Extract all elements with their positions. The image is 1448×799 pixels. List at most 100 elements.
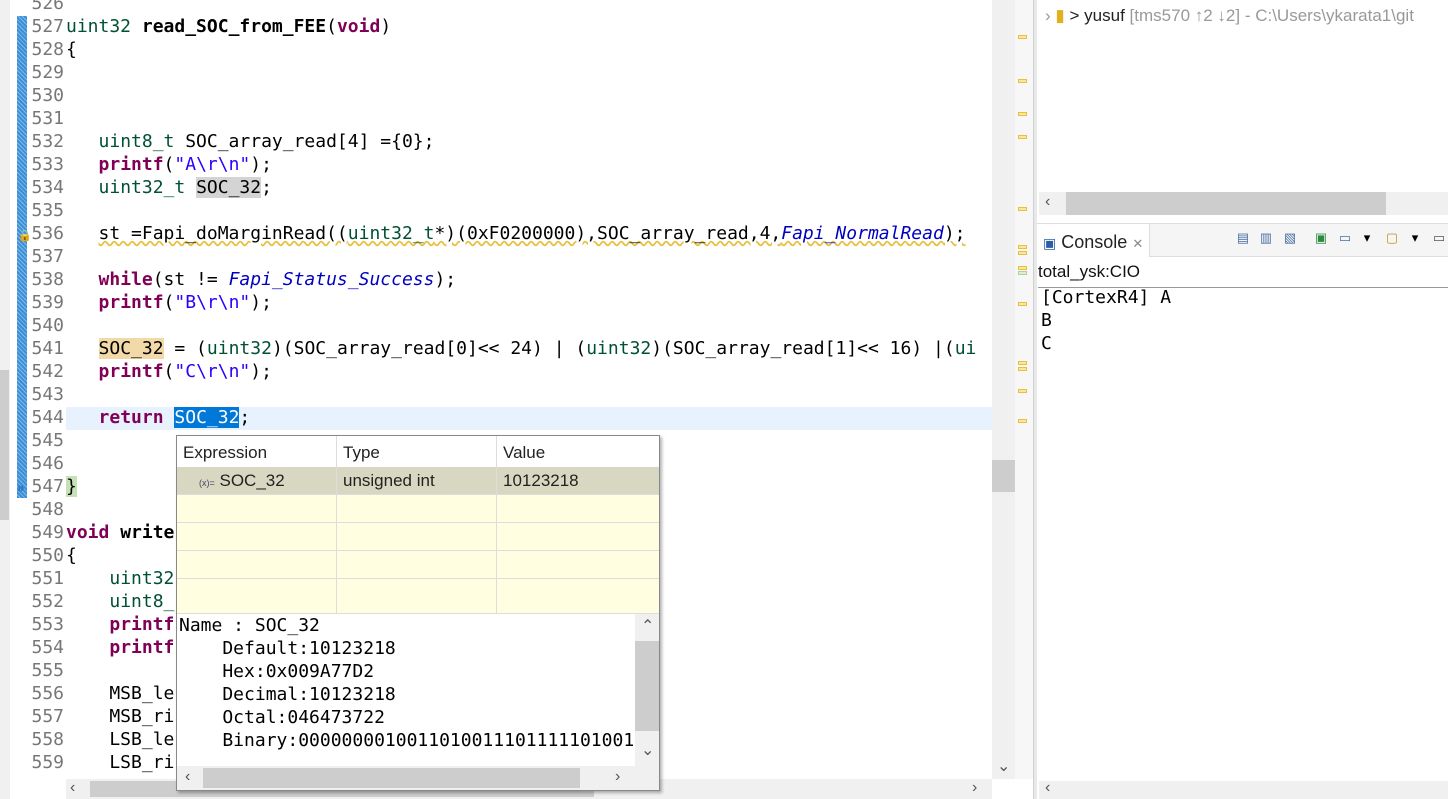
annotation-marker[interactable] bbox=[1018, 245, 1027, 249]
editor-vertical-scrollbar[interactable]: ⌄ bbox=[992, 0, 1015, 779]
scroll-down-arrow[interactable]: ⌄ bbox=[641, 740, 654, 760]
column-header-expression[interactable]: Expression bbox=[177, 436, 337, 467]
annotation-marker[interactable] bbox=[1018, 367, 1027, 371]
console-line: C bbox=[1041, 333, 1052, 354]
code-line[interactable]: LSB_le bbox=[66, 728, 174, 751]
expression-row[interactable]: (x)= SOC_32 unsigned int 10123218 bbox=[177, 467, 659, 495]
code-line[interactable]: printf("C\r\n"); bbox=[66, 360, 272, 383]
scroll-right-arrow[interactable]: › bbox=[972, 779, 977, 797]
code-line[interactable]: uint32_t SOC_32; bbox=[66, 176, 272, 199]
console-horizontal-scrollbar[interactable]: ‹ bbox=[1039, 779, 1448, 799]
scroll-lock-icon[interactable]: ▥ bbox=[1258, 230, 1274, 246]
console-icon: ▣ bbox=[1043, 235, 1057, 251]
dirty-marker: > bbox=[1069, 6, 1080, 25]
close-icon[interactable]: ✕ bbox=[1132, 236, 1143, 251]
right-panel: › ▮ > yusuf [tms570 ↑2 ↓2] - C:\Users\yk… bbox=[1037, 0, 1448, 799]
scroll-left-arrow[interactable]: ‹ bbox=[185, 768, 190, 786]
console-tab-bar: ▣ Console ✕ ▤ ▥ ▧ ▣ ▭ ▾ ▢ ▾ ▭ bbox=[1037, 223, 1448, 257]
code-token: ); bbox=[250, 361, 272, 382]
code-line[interactable]: printf("A\r\n"); bbox=[66, 153, 272, 176]
code-line[interactable]: st =Fapi_doMarginRead((uint32_t*)(0xF020… bbox=[66, 222, 966, 245]
annotation-marker[interactable] bbox=[1018, 271, 1027, 275]
scroll-left-arrow[interactable]: ‹ bbox=[1045, 193, 1050, 211]
code-token: read_SOC_from_FEE bbox=[141, 16, 327, 37]
annotation-marker[interactable] bbox=[1018, 302, 1027, 306]
git-repo-item[interactable]: › ▮ > yusuf [tms570 ↑2 ↓2] - C:\Users\yk… bbox=[1045, 6, 1414, 26]
code-line[interactable]: MSB_le bbox=[66, 682, 174, 705]
overview-ruler[interactable] bbox=[1015, 0, 1033, 779]
scroll-left-arrow[interactable]: ‹ bbox=[70, 779, 75, 797]
annotation-marker[interactable] bbox=[1018, 266, 1027, 270]
detail-vertical-scrollbar[interactable]: ⌃ ⌄ bbox=[635, 614, 659, 766]
detail-horizontal-scrollbar[interactable]: ‹ › bbox=[177, 766, 659, 790]
clear-console-icon[interactable]: ▤ bbox=[1235, 230, 1251, 246]
display-console-icon[interactable]: ▭ bbox=[1337, 230, 1353, 246]
empty-row bbox=[177, 523, 659, 551]
scroll-thumb[interactable] bbox=[203, 768, 580, 788]
code-token: uint32 bbox=[109, 568, 175, 589]
value-detail-pane[interactable]: Name : SOC_32 Default:10123218 Hex:0x009… bbox=[177, 614, 635, 766]
tab-console[interactable]: ▣ Console ✕ bbox=[1037, 224, 1150, 257]
code-line[interactable]: { bbox=[66, 544, 77, 567]
code-line[interactable]: void write bbox=[66, 521, 174, 544]
code-line[interactable]: uint8_t SOC_array_read[4] ={0}; bbox=[66, 130, 435, 153]
code-token: Fapi_NormalRead bbox=[781, 223, 944, 244]
code-token: uint32 bbox=[66, 16, 132, 37]
left-panel-scrollbar[interactable] bbox=[0, 0, 10, 799]
code-line[interactable]: printf bbox=[66, 636, 174, 659]
code-token: { bbox=[66, 545, 77, 566]
open-console-icon[interactable]: ▢ bbox=[1384, 230, 1400, 246]
code-line[interactable]: uint32 bbox=[66, 567, 174, 590]
column-header-value[interactable]: Value bbox=[497, 436, 659, 467]
expression-cell: (x)= SOC_32 bbox=[177, 467, 337, 495]
column-header-type[interactable]: Type bbox=[337, 436, 497, 467]
scroll-thumb[interactable] bbox=[1066, 192, 1386, 215]
annotation-marker[interactable] bbox=[1018, 79, 1027, 83]
minimize-icon[interactable]: ▭ bbox=[1431, 230, 1447, 246]
code-line[interactable]: MSB_ri bbox=[66, 705, 174, 728]
code-token: uint8_t bbox=[98, 131, 175, 152]
code-token: Fapi_Status_Success bbox=[228, 269, 435, 290]
code-line[interactable]: uint32 read_SOC_from_FEE(void) bbox=[66, 15, 391, 38]
chevron-down-icon[interactable]: ▾ bbox=[1359, 230, 1375, 246]
scroll-thumb[interactable] bbox=[0, 370, 9, 520]
scroll-up-arrow[interactable]: ⌃ bbox=[641, 616, 654, 636]
scroll-down-arrow[interactable]: ⌄ bbox=[997, 756, 1010, 776]
code-line[interactable]: { bbox=[66, 38, 77, 61]
annotation-marker[interactable] bbox=[1018, 361, 1027, 365]
expand-chevron-icon[interactable]: › bbox=[1045, 6, 1051, 25]
code-line[interactable]: SOC_32 = (uint32)(SOC_array_read[0]<< 24… bbox=[66, 337, 976, 360]
annotation-marker[interactable] bbox=[1018, 207, 1027, 211]
detail-decimal: Decimal:10123218 bbox=[179, 684, 396, 705]
scroll-right-arrow[interactable]: › bbox=[615, 768, 620, 786]
code-line[interactable]: return SOC_32; bbox=[66, 406, 250, 429]
line-number: 542 bbox=[30, 360, 64, 383]
word-wrap-icon[interactable]: ▧ bbox=[1282, 230, 1298, 246]
scroll-left-arrow[interactable]: ‹ bbox=[1045, 779, 1050, 797]
annotation-marker[interactable] bbox=[1018, 35, 1027, 39]
line-number: 533 bbox=[30, 153, 64, 176]
empty-row bbox=[177, 579, 659, 614]
code-line[interactable]: while(st != Fapi_Status_Success); bbox=[66, 268, 457, 291]
annotation-marker[interactable] bbox=[1018, 251, 1027, 255]
annotation-marker[interactable] bbox=[1018, 419, 1027, 423]
code-line[interactable]: } bbox=[66, 475, 77, 498]
line-number: 552 bbox=[30, 590, 64, 613]
annotation-marker[interactable] bbox=[1018, 389, 1027, 393]
code-line[interactable]: printf bbox=[66, 613, 174, 636]
code-line[interactable]: uint8_ bbox=[66, 590, 174, 613]
code-token: )(SOC_array_read[1]<< 16) |( bbox=[651, 338, 955, 359]
annotation-marker[interactable] bbox=[1018, 135, 1027, 139]
scroll-thumb[interactable] bbox=[992, 460, 1015, 492]
scroll-thumb[interactable] bbox=[635, 641, 659, 731]
repo-horizontal-scrollbar[interactable]: ‹ bbox=[1039, 192, 1448, 215]
empty-row bbox=[177, 551, 659, 579]
annotation-marker[interactable] bbox=[1018, 112, 1027, 116]
line-number: 535 bbox=[30, 199, 64, 222]
code-line[interactable]: printf("B\r\n"); bbox=[66, 291, 272, 314]
chevron-down-icon[interactable]: ▾ bbox=[1407, 230, 1423, 246]
code-line[interactable]: LSB_ri bbox=[66, 751, 174, 774]
pin-console-icon[interactable]: ▣ bbox=[1313, 230, 1329, 246]
